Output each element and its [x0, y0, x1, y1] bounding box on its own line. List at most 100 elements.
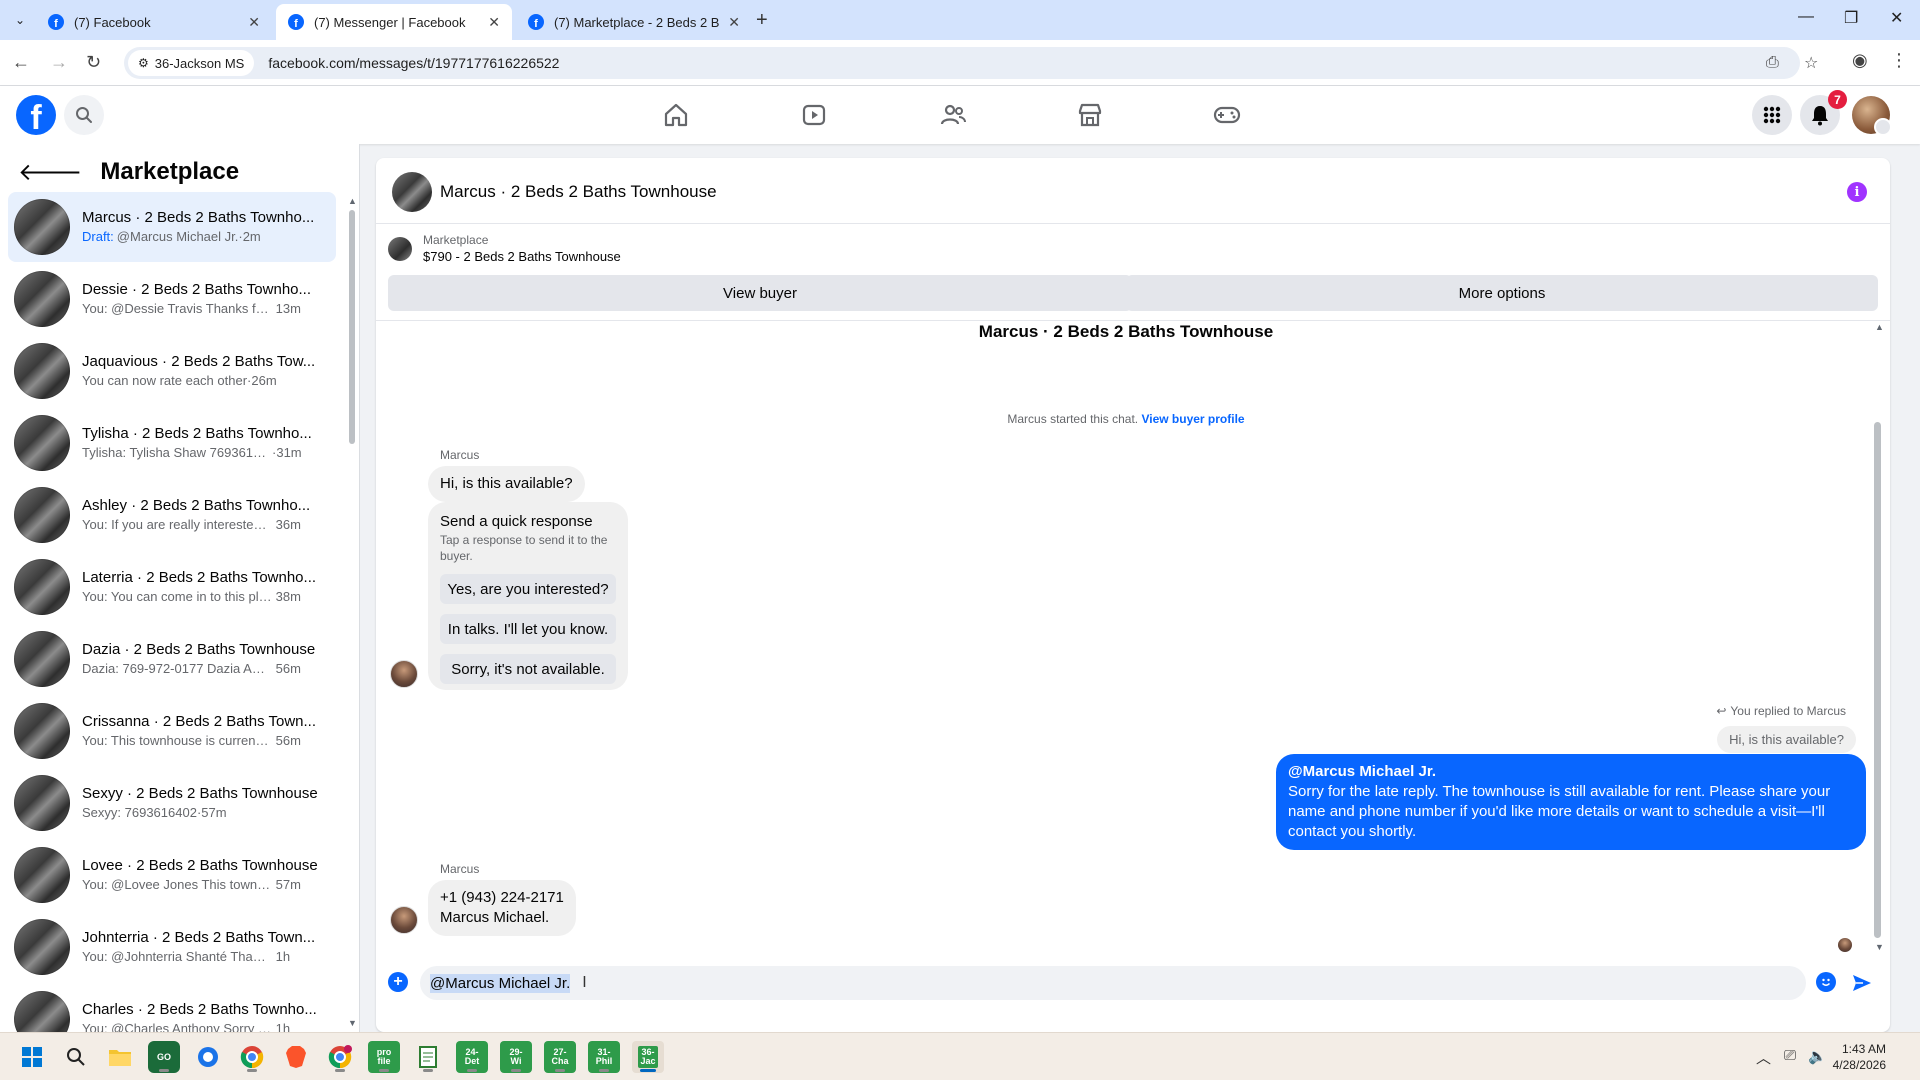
notepad-icon[interactable] — [412, 1041, 444, 1073]
conversation-item[interactable]: Johnterria · 2 Beds 2 Baths Town... You:… — [8, 912, 336, 982]
pinned-app-31-phil[interactable]: 31- Phil — [588, 1041, 620, 1073]
search-icon[interactable] — [64, 95, 104, 135]
install-app-icon[interactable]: ⎙ — [1766, 47, 1779, 79]
quick-response-yes-button[interactable]: Yes, are you interested? — [440, 574, 616, 604]
conversation-item[interactable]: Charles · 2 Beds 2 Baths Townho... You: … — [8, 984, 336, 1032]
listing-thumbnail — [388, 237, 412, 261]
start-windows-icon[interactable] — [16, 1041, 48, 1073]
scroll-down-arrow-icon[interactable]: ▼ — [1875, 942, 1884, 952]
close-window-icon[interactable]: ✕ — [1890, 8, 1903, 28]
app-icon[interactable]: GO — [148, 1041, 180, 1073]
minimize-window-icon[interactable]: — — [1798, 8, 1814, 26]
chat-listing-avatar[interactable] — [392, 172, 432, 212]
pinned-app-label: 24- Det — [464, 1047, 480, 1066]
emoji-icon[interactable] — [1816, 972, 1836, 992]
more-options-button[interactable]: More options — [1126, 275, 1878, 311]
quick-response-not-available-button[interactable]: Sorry, it's not available. — [440, 654, 616, 684]
reload-icon[interactable]: ↻ — [86, 52, 101, 73]
quoted-message[interactable]: Hi, is this available? — [1717, 726, 1856, 753]
file-explorer-icon[interactable] — [104, 1041, 136, 1073]
gaming-icon[interactable] — [1212, 100, 1242, 130]
facebook-logo-icon[interactable]: f — [16, 95, 56, 135]
close-tab-icon[interactable]: ✕ — [488, 14, 500, 31]
sender-avatar[interactable] — [390, 660, 418, 688]
listing-summary[interactable]: Marketplace $790 - 2 Beds 2 Baths Townho… — [388, 232, 621, 266]
new-tab-plus-icon[interactable]: + — [756, 9, 768, 32]
system-clock[interactable]: 1:43 AM 4/28/2026 — [1826, 1041, 1886, 1073]
scroll-up-arrow-icon[interactable]: ▲ — [348, 196, 357, 206]
info-icon[interactable]: i — [1847, 182, 1867, 202]
outgoing-message-text: Sorry for the late reply. The townhouse … — [1288, 783, 1831, 840]
scroll-up-arrow-icon[interactable]: ▲ — [1875, 322, 1884, 332]
restore-window-icon[interactable]: ❐ — [1844, 8, 1858, 28]
site-info-chip[interactable]: ⚙ 36-Jackson MS — [128, 50, 255, 76]
browser-tab-bar: ⌄ f (7) Facebook ✕ f (7) Messenger | Fac… — [0, 0, 1920, 40]
chrome-icon[interactable] — [236, 1041, 268, 1073]
friends-icon[interactable] — [938, 100, 968, 130]
facebook-favicon-icon: f — [528, 14, 544, 30]
chrome-profile-icon[interactable] — [324, 1041, 356, 1073]
view-buyer-button[interactable]: View buyer — [388, 275, 1132, 311]
search-icon[interactable] — [60, 1041, 92, 1073]
account-avatar[interactable] — [1852, 96, 1892, 136]
conversation-name: Sexyy · 2 Beds 2 Baths Townhouse — [82, 785, 318, 802]
url-text[interactable]: facebook.com/messages/t/1977177616226522 — [268, 55, 559, 71]
brave-icon[interactable] — [280, 1041, 312, 1073]
conversation-name: Marcus · 2 Beds 2 Baths Townho... — [82, 209, 315, 226]
close-tab-icon[interactable]: ✕ — [248, 14, 260, 31]
back-arrow-icon[interactable]: 🡐 — [18, 157, 82, 187]
message-mention[interactable]: @Marcus Michael Jr. — [1288, 762, 1854, 782]
browser-menu-icon[interactable]: ⋮ — [1890, 50, 1908, 71]
conversation-item[interactable]: Lovee · 2 Beds 2 Baths Townhouse You: @L… — [8, 840, 336, 910]
conversation-time: 38m — [275, 589, 301, 604]
profile-icon[interactable]: ◉ — [1852, 50, 1868, 71]
quick-response-in-talks-button[interactable]: In talks. I'll let you know. — [440, 614, 616, 644]
address-bar[interactable]: ⚙ 36-Jackson MS facebook.com/messages/t/… — [124, 47, 1818, 79]
volume-icon[interactable]: 🔈 — [1808, 1047, 1827, 1065]
browser-tab-messenger[interactable]: f (7) Messenger | Facebook ✕ — [276, 4, 512, 40]
sidebar-scrollbar-thumb[interactable] — [349, 210, 355, 444]
pinned-app-29-wi[interactable]: 29- Wi — [500, 1041, 532, 1073]
add-attachment-icon[interactable]: + — [388, 972, 408, 992]
message-line: +1 (943) 224-2171 — [440, 889, 564, 906]
browser-tab-marketplace[interactable]: f (7) Marketplace - 2 Beds 2 Bath ✕ — [516, 4, 752, 40]
bookmark-star-icon[interactable]: ☆ — [1804, 47, 1818, 79]
conversation-item[interactable]: Sexyy · 2 Beds 2 Baths Townhouse Sexyy: … — [8, 768, 336, 838]
chat-title[interactable]: Marcus · 2 Beds 2 Baths Townhouse — [440, 182, 717, 202]
conversation-name: Jaquavious · 2 Beds 2 Baths Tow... — [82, 353, 316, 370]
conversation-item[interactable]: Dazia · 2 Beds 2 Baths Townhouse Dazia: … — [8, 624, 336, 694]
sender-avatar[interactable] — [390, 906, 418, 934]
pinned-app-24-det[interactable]: 24- Det — [456, 1041, 488, 1073]
conversation-item[interactable]: Tylisha · 2 Beds 2 Baths Townho... Tylis… — [8, 408, 336, 478]
marketplace-icon[interactable] — [1075, 100, 1105, 130]
incoming-message[interactable]: Hi, is this available? — [428, 466, 585, 502]
video-icon[interactable] — [799, 100, 829, 130]
conversation-item[interactable]: Laterria · 2 Beds 2 Baths Townho... You:… — [8, 552, 336, 622]
app-pro-icon[interactable]: pro file — [368, 1041, 400, 1073]
outgoing-message[interactable]: @Marcus Michael Jr. Sorry for the late r… — [1276, 754, 1866, 850]
forward-arrow-icon[interactable]: → — [50, 52, 68, 73]
menu-grid-icon[interactable] — [1752, 95, 1792, 135]
tab-search-chevron-icon[interactable]: ⌄ — [8, 8, 32, 32]
message-input[interactable]: @Marcus Michael Jr. I — [420, 966, 1806, 1000]
back-arrow-icon[interactable]: ← — [12, 52, 30, 73]
conversation-item[interactable]: Ashley · 2 Beds 2 Baths Townho... You: I… — [8, 480, 336, 550]
conversation-item[interactable]: Jaquavious · 2 Beds 2 Baths Tow... You c… — [8, 336, 336, 406]
send-icon[interactable] — [1850, 971, 1874, 995]
conversation-item[interactable]: Crissanna · 2 Beds 2 Baths Town... You: … — [8, 696, 336, 766]
conversation-item[interactable]: Marcus · 2 Beds 2 Baths Townho... Draft:… — [8, 192, 336, 262]
view-buyer-profile-link[interactable]: View buyer profile — [1141, 412, 1244, 426]
scroll-down-arrow-icon[interactable]: ▼ — [348, 1018, 357, 1028]
incoming-message[interactable]: +1 (943) 224-2171 Marcus Michael. — [428, 880, 576, 936]
conversation-item[interactable]: Dessie · 2 Beds 2 Baths Townho... You: @… — [8, 264, 336, 334]
tray-chevron-up-icon[interactable]: ︿ — [1756, 1047, 1771, 1068]
chat-scrollbar-thumb[interactable] — [1874, 422, 1881, 938]
network-icon[interactable]: ⎚ — [1784, 1047, 1796, 1064]
app-circle-icon[interactable] — [192, 1041, 224, 1073]
browser-tab-facebook[interactable]: f (7) Facebook ✕ — [36, 4, 272, 40]
pinned-app-27-cha[interactable]: 27- Cha — [544, 1041, 576, 1073]
close-tab-icon[interactable]: ✕ — [728, 14, 740, 31]
sidebar-title: Marketplace — [100, 158, 240, 185]
home-icon[interactable] — [661, 100, 691, 130]
pinned-app-36-jac[interactable]: 36- Jac — [632, 1041, 664, 1073]
